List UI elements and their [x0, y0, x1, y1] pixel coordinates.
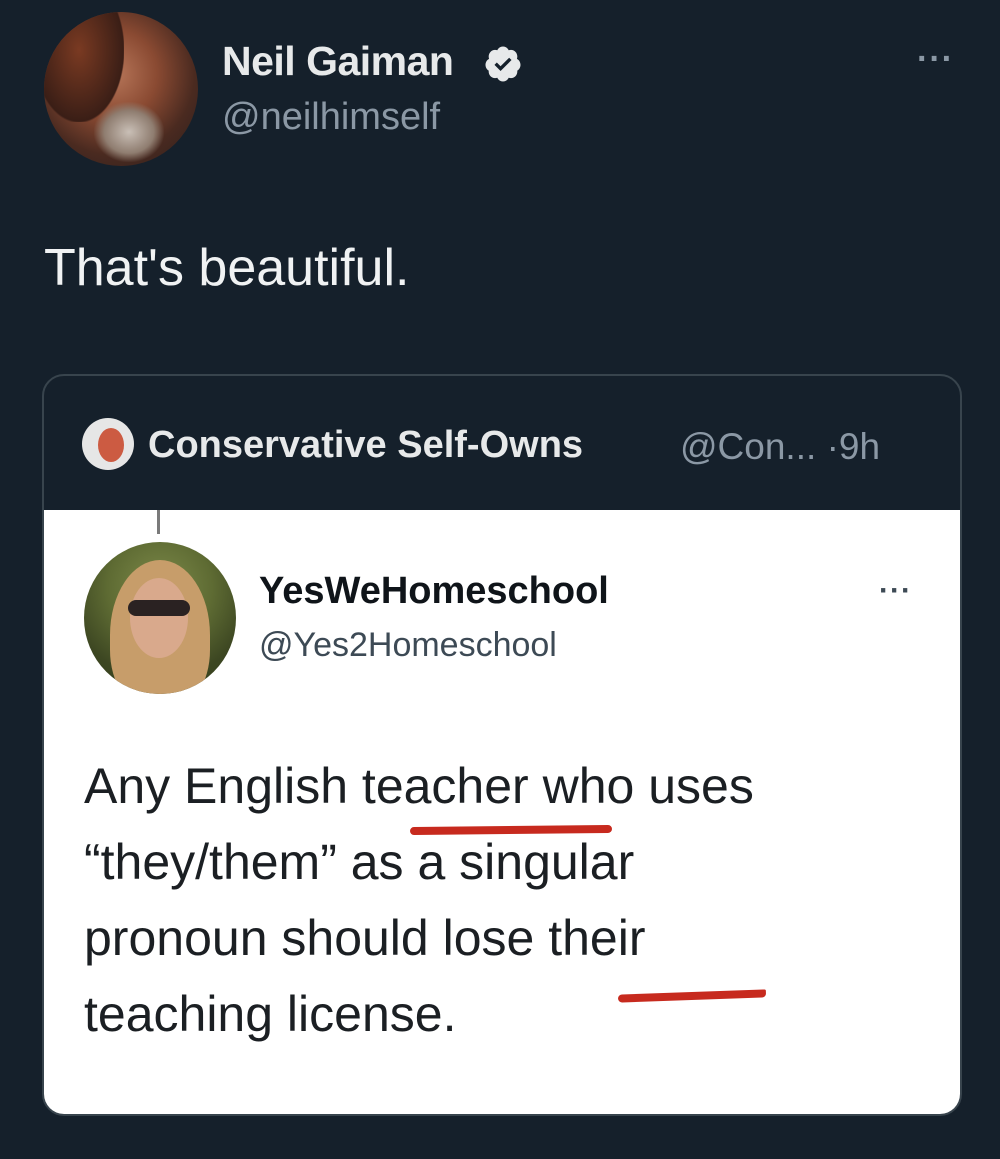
inner-text-line: teaching license. [84, 986, 457, 1042]
thread-line [157, 510, 160, 534]
quote-author-name[interactable]: Conservative Self-Owns [148, 424, 583, 467]
quote-author-handle[interactable]: @Con... [680, 426, 816, 467]
quote-author-avatar[interactable] [82, 418, 134, 470]
inner-text-line: Any English teacher who uses [84, 758, 754, 814]
author-avatar[interactable] [44, 12, 198, 166]
quoted-tweet[interactable]: Conservative Self-Owns @Con... ·9h YesWe… [42, 374, 962, 1116]
inner-author-handle: @Yes2Homeschool [259, 626, 557, 664]
author-handle[interactable]: @neilhimself [222, 96, 440, 139]
verified-badge-icon [485, 46, 521, 82]
quote-header: Conservative Self-Owns @Con... ·9h [44, 376, 960, 510]
author-name[interactable]: Neil Gaiman [222, 38, 454, 85]
inner-text-line: “they/them” as a singular [84, 834, 635, 890]
more-options-icon[interactable]: ··· [917, 42, 954, 76]
inner-author-name: YesWeHomeschool [259, 570, 609, 612]
tweet-text: That's beautiful. [44, 239, 410, 297]
meta-separator: · [826, 426, 839, 467]
screenshot-image: YesWeHomeschool @Yes2Homeschool ··· Any … [44, 510, 960, 1114]
inner-more-options-icon: ··· [879, 574, 912, 607]
inner-text-line: pronoun should lose their [84, 910, 646, 966]
quote-time[interactable]: 9h [839, 426, 880, 467]
inner-author-avatar [84, 542, 236, 694]
inner-tweet-text: Any English teacher who uses “they/them”… [84, 748, 904, 1052]
quote-meta: @Con... ·9h [680, 426, 880, 468]
